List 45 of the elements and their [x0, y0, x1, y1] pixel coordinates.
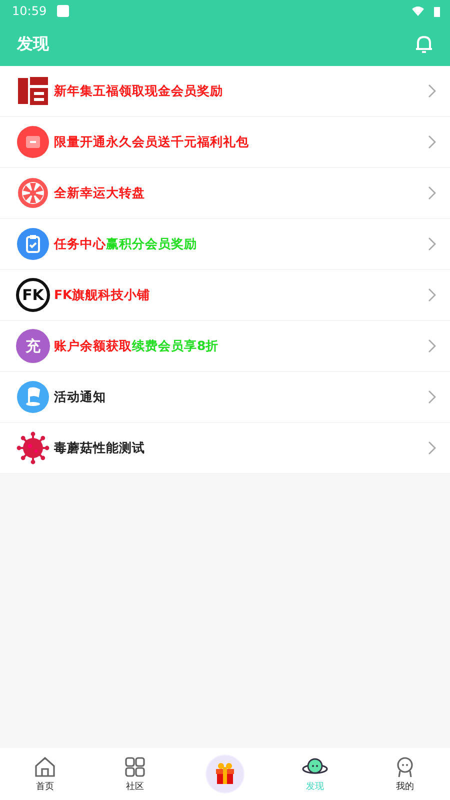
page-title: 发现 — [17, 34, 49, 54]
chevron-icon — [428, 288, 436, 302]
nav-tab[interactable]: 社区 — [90, 748, 180, 800]
item-text: 毒蘑菇性能测试 — [54, 440, 145, 454]
item-text: 限量开通永久会员送千元福利礼包 — [54, 134, 249, 148]
item-text: 任务中心 — [54, 236, 106, 250]
charge-badge: 充 — [16, 329, 50, 363]
status-time: 10:59 — [12, 4, 47, 18]
chevron-icon — [428, 135, 436, 149]
menu-item[interactable]: 新年集五福领取现金会员奖励 — [0, 66, 450, 117]
menu-item[interactable]: 限量开通永久会员送千元福利礼包 — [0, 117, 450, 168]
menu-item[interactable]: 充 账户余额获取续费会员享8折 — [0, 321, 450, 372]
menu-item[interactable]: 毒蘑菇性能测试 — [0, 423, 450, 474]
menu-item[interactable]: 全新幸运大转盘 — [0, 168, 450, 219]
item-text: 全新幸运大转盘 — [54, 184, 145, 200]
chevron-icon — [428, 390, 436, 404]
wifi-icon — [412, 6, 424, 16]
nav-tab[interactable]: 我的 — [360, 748, 450, 800]
chevron-icon — [428, 441, 436, 455]
chevron-icon — [428, 84, 436, 98]
item-text: FK旗舰科技小铺 — [54, 286, 150, 302]
chevron-icon — [428, 339, 436, 353]
chevron-icon — [428, 186, 436, 200]
item-text: 新年集五福领取现金会员奖励 — [54, 82, 223, 98]
menu-item[interactable]: FK FK旗舰科技小铺 — [0, 270, 450, 321]
menu-item[interactable]: 活动通知 — [0, 372, 450, 423]
grid-icon — [124, 756, 146, 778]
wheel-icon — [16, 176, 50, 210]
nav-tab[interactable]: 首页 — [0, 748, 90, 800]
shop-icon — [16, 125, 50, 159]
virus-icon — [16, 431, 50, 465]
item-text: 活动通知 — [54, 388, 106, 404]
flag-icon — [16, 380, 50, 414]
face-icon — [394, 756, 416, 778]
fk-logo: FK — [16, 278, 50, 312]
gift-icon[interactable] — [205, 754, 245, 794]
home-icon — [34, 756, 56, 778]
clipboard-icon — [16, 227, 50, 261]
item-text: 账户余额获取 — [54, 338, 132, 352]
chevron-icon — [428, 237, 436, 251]
menu-item[interactable]: 任务中心赢积分会员奖励 — [0, 219, 450, 270]
item-text: 赢积分会员奖励 — [106, 236, 197, 250]
battery-icon — [434, 6, 440, 16]
notification-icon — [56, 5, 69, 17]
item-text: 续费会员享8折 — [132, 338, 219, 352]
